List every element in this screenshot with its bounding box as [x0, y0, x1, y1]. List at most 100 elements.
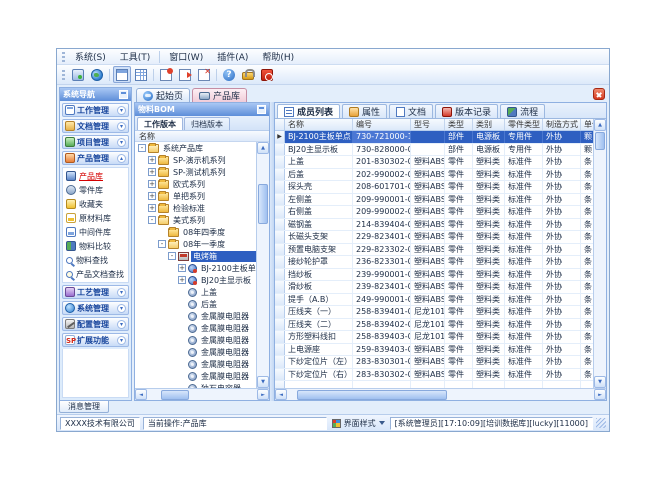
help-button[interactable]: [220, 66, 238, 83]
expand-icon[interactable]: +: [148, 192, 156, 200]
collapse-icon[interactable]: -: [148, 216, 156, 224]
table-row[interactable]: [275, 381, 593, 388]
table-vscroll-track[interactable]: [594, 151, 606, 376]
table-row[interactable]: 方形塑料线扣258-839403-00X尼龙1010零件塑料类标准件外协条: [275, 331, 593, 344]
table-hscroll-thumb[interactable]: [297, 390, 447, 400]
sidebar-item-7[interactable]: 产品文档查找: [63, 267, 128, 281]
menubar-grip[interactable]: [62, 52, 65, 62]
sidebar-group-7[interactable]: SP扩展功能▾: [62, 333, 129, 347]
table-row[interactable]: 接纱轮护罩236-823301-00X塑料ABS零件塑料类标准件外协条: [275, 256, 593, 269]
sidebar-group-3[interactable]: 产品管理▴: [62, 151, 129, 165]
tree-node-13[interactable]: 后盖: [135, 298, 256, 310]
ui-style-selector[interactable]: 界面样式: [330, 418, 387, 429]
chevron-down-icon[interactable]: ▾: [117, 122, 126, 131]
tree-node-15[interactable]: 金属膜电阻器: [135, 322, 256, 334]
chevron-down-icon[interactable]: ▾: [117, 288, 126, 297]
tree-vscroll-track[interactable]: [257, 225, 269, 376]
sidebar-item-5[interactable]: 物料比较: [63, 239, 128, 253]
row-selector[interactable]: [275, 156, 285, 168]
doc-badge-button[interactable]: [157, 66, 175, 83]
tree-vscroll-thumb[interactable]: [258, 184, 268, 224]
doc-delete-button[interactable]: [195, 66, 213, 83]
tree-node-11[interactable]: +BJ20主显示板: [135, 274, 256, 286]
row-selector[interactable]: [275, 269, 285, 281]
tree-node-19[interactable]: 金属膜电阻器: [135, 370, 256, 382]
column-header-2[interactable]: 型号: [411, 119, 445, 130]
column-header-7[interactable]: 单位: [581, 119, 593, 130]
column-header-4[interactable]: 类别: [473, 119, 505, 130]
lock-button[interactable]: [239, 66, 257, 83]
table-row[interactable]: 后盖202-990002-01X塑料ABS零件塑料类标准件外协条: [275, 169, 593, 182]
scroll-up-icon[interactable]: ▲: [594, 119, 606, 131]
doc-tab-active[interactable]: 产品库: [192, 88, 247, 102]
row-selector[interactable]: [275, 294, 285, 306]
table-row[interactable]: 上盖201-830302-00X塑料ABS零件塑料类标准件外协条: [275, 156, 593, 169]
column-header-1[interactable]: 编号: [353, 119, 411, 130]
row-selector[interactable]: [275, 244, 285, 256]
table-horizontal-scrollbar[interactable]: ◄ ►: [275, 388, 606, 400]
tree-node-14[interactable]: 金属膜电阻器: [135, 310, 256, 322]
column-header-6[interactable]: 制造方式: [543, 119, 581, 130]
table-row[interactable]: 预置电脑支架229-823302-00X塑料ABS零件塑料类标准件外协条: [275, 244, 593, 257]
sidebar-item-0[interactable]: 产品库: [63, 169, 128, 183]
row-selector[interactable]: [275, 344, 285, 356]
table-row[interactable]: 左侧盖209-990001-01X塑料ABS零件塑料类标准件外协条: [275, 194, 593, 207]
sidebar-item-4[interactable]: 中间件库: [63, 225, 128, 239]
row-selector[interactable]: [275, 169, 285, 181]
sidebar-item-6[interactable]: 物料查找: [63, 253, 128, 267]
menu-item[interactable]: 插件(A): [210, 50, 255, 63]
tree-column-header[interactable]: 名称: [135, 131, 269, 142]
column-header-0[interactable]: 名称: [285, 119, 353, 130]
tab-working-version[interactable]: 工作版本: [137, 117, 183, 130]
chevron-down-icon[interactable]: ▾: [117, 336, 126, 345]
menu-item[interactable]: 窗口(W): [162, 50, 210, 63]
row-selector[interactable]: ▶: [275, 131, 285, 143]
monitor-button[interactable]: [69, 66, 87, 83]
tree-node-0[interactable]: -系统产品库: [135, 142, 256, 154]
chevron-down-icon[interactable]: ▾: [117, 138, 126, 147]
scroll-right-icon[interactable]: ►: [257, 389, 269, 400]
row-selector[interactable]: [275, 306, 285, 318]
table-row[interactable]: 探头壳208-601701-01X塑料ABS零件塑料类标准件外协条: [275, 181, 593, 194]
row-selector[interactable]: [275, 369, 285, 381]
sidebar-group-4[interactable]: 工艺管理▾: [62, 285, 129, 299]
tree-node-18[interactable]: 金属膜电阻器: [135, 358, 256, 370]
expand-icon[interactable]: +: [148, 180, 156, 188]
expand-icon[interactable]: +: [178, 276, 186, 284]
tree-vertical-scrollbar[interactable]: ▲ ▼: [256, 142, 269, 388]
tree-node-5[interactable]: +检验标准: [135, 202, 256, 214]
grid-button[interactable]: [132, 66, 150, 83]
sidebar-group-1[interactable]: 文档管理▾: [62, 119, 129, 133]
sidebar-group-5[interactable]: 系统管理▾: [62, 301, 129, 315]
tree-horizontal-scrollbar[interactable]: ◄ ►: [135, 388, 269, 400]
table-row[interactable]: BJ20主显示板730-828000-04X部件电源板专用件外协颗: [275, 144, 593, 157]
row-selector[interactable]: [275, 281, 285, 293]
expand-icon[interactable]: +: [148, 156, 156, 164]
collapse-icon[interactable]: -: [158, 240, 166, 248]
row-selector[interactable]: [275, 331, 285, 343]
scroll-left-icon[interactable]: ◄: [135, 389, 147, 400]
tree-node-10[interactable]: +BJ-2100主板单点: [135, 262, 256, 274]
sidebar-group-2[interactable]: 项目管理▾: [62, 135, 129, 149]
detail-tab-2[interactable]: 文档: [389, 104, 433, 118]
scroll-right-icon[interactable]: ►: [594, 389, 606, 400]
tree-node-7[interactable]: 08年四季度: [135, 226, 256, 238]
tree-node-2[interactable]: +SP-测试机系列: [135, 166, 256, 178]
doc-arrow-button[interactable]: [176, 66, 194, 83]
table-row[interactable]: 滑纱板239-823401-00X塑料ABS零件塑料类标准件外协条: [275, 281, 593, 294]
scroll-up-icon[interactable]: ▲: [257, 142, 269, 154]
table-vertical-scrollbar[interactable]: ▲ ▼: [593, 119, 606, 388]
table-row[interactable]: 下纱定位片（右）283-830302-00X塑料ABS零件塑料类标准件外协条: [275, 369, 593, 382]
tree-node-16[interactable]: 金属膜电阻器: [135, 334, 256, 346]
table-row[interactable]: 右侧盖209-990002-01X塑料ABS零件塑料类标准件外协条: [275, 206, 593, 219]
row-selector[interactable]: [275, 256, 285, 268]
globe-button[interactable]: [88, 66, 106, 83]
row-selector[interactable]: [275, 231, 285, 243]
detail-tab-1[interactable]: 属性: [342, 104, 387, 118]
tree-node-8[interactable]: -08年一季度: [135, 238, 256, 250]
sidebar-item-1[interactable]: 零件库: [63, 183, 128, 197]
table-row[interactable]: 上电源座259-839403-00X塑料ABS零件塑料类标准件外协条: [275, 344, 593, 357]
detail-tab-3[interactable]: 版本记录: [435, 104, 498, 118]
row-selector[interactable]: [275, 206, 285, 218]
chevron-up-icon[interactable]: ▴: [117, 154, 126, 163]
